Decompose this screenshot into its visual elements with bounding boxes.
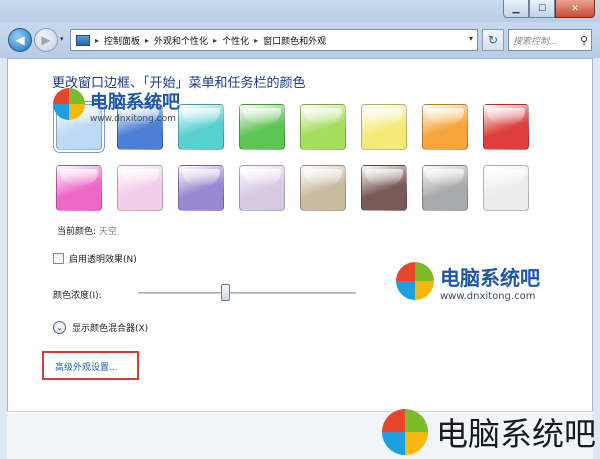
color-swatch[interactable]: [300, 104, 346, 150]
current-color-label: 当前颜色:: [57, 227, 97, 237]
color-swatch[interactable]: [361, 165, 407, 211]
color-swatch[interactable]: [56, 165, 102, 211]
watermark-url: www.dnxitong.com: [90, 114, 176, 124]
expand-icon[interactable]: ⌄: [53, 321, 66, 334]
transparency-option[interactable]: 启用透明效果(N): [53, 252, 137, 265]
chevron-right-icon[interactable]: ▸: [213, 36, 217, 45]
color-mixer-label[interactable]: 显示颜色混合器(X): [72, 321, 148, 334]
watermark-logo-icon: [396, 262, 434, 300]
back-button[interactable]: ◀: [8, 28, 32, 52]
intensity-slider[interactable]: [138, 292, 356, 294]
color-swatch[interactable]: [239, 165, 285, 211]
search-icon[interactable]: ⚲: [577, 34, 591, 47]
watermark: 电脑系统吧 www.dnxitong.com: [53, 88, 180, 124]
watermark-title: 电脑系统吧: [440, 266, 540, 290]
watermark-logo-icon: [382, 409, 428, 455]
color-swatch[interactable]: [300, 165, 346, 211]
title-bar: ▁ ☐ ✕: [0, 0, 600, 22]
breadcrumb-window-color[interactable]: 窗口颜色和外观: [263, 34, 326, 47]
transparency-checkbox[interactable]: [53, 253, 64, 264]
color-swatch[interactable]: [422, 165, 468, 211]
advanced-appearance-link[interactable]: 高级外观设置...: [55, 360, 118, 373]
navigation-bar: ◀ ▶ ▾ ▸ 控制面板 ▸ 外观和个性化 ▸ 个性化 ▸ 窗口颜色和外观 ▾ …: [0, 22, 600, 58]
chevron-right-icon[interactable]: ▸: [254, 36, 258, 45]
refresh-button[interactable]: ↻: [482, 29, 504, 51]
advanced-settings-highlight: 高级外观设置...: [42, 351, 139, 380]
color-swatch[interactable]: [483, 165, 529, 211]
control-panel-icon: [76, 34, 90, 46]
color-mixer-toggle[interactable]: ⌄ 显示颜色混合器(X): [53, 321, 148, 334]
color-swatch[interactable]: [361, 104, 407, 150]
recent-pages-dropdown[interactable]: ▾: [60, 35, 64, 43]
current-color: 当前颜色: 天空: [57, 224, 117, 237]
minimize-button[interactable]: ▁: [503, 0, 529, 18]
search-input[interactable]: 搜索控制...: [509, 34, 577, 47]
chevron-right-icon[interactable]: ▸: [95, 36, 99, 45]
color-swatch[interactable]: [422, 104, 468, 150]
address-bar[interactable]: ▸ 控制面板 ▸ 外观和个性化 ▸ 个性化 ▸ 窗口颜色和外观 ▾: [70, 29, 478, 51]
breadcrumb-personalization[interactable]: 个性化: [222, 34, 249, 47]
color-swatch[interactable]: [239, 104, 285, 150]
breadcrumb-appearance[interactable]: 外观和个性化: [154, 34, 208, 47]
intensity-slider-thumb[interactable]: [221, 284, 231, 301]
color-swatch[interactable]: [483, 104, 529, 150]
address-dropdown-icon[interactable]: ▾: [469, 34, 473, 43]
watermark-url: www.dnxitong.com: [440, 291, 536, 302]
close-button[interactable]: ✕: [555, 0, 595, 18]
window-controls: ▁ ☐ ✕: [503, 0, 595, 18]
forward-button[interactable]: ▶: [34, 28, 58, 52]
watermark: 电脑系统吧: [382, 409, 596, 455]
watermark-title: 电脑系统吧: [436, 415, 597, 453]
color-swatch[interactable]: [117, 165, 163, 211]
chevron-right-icon[interactable]: ▸: [145, 36, 149, 45]
color-swatch[interactable]: [178, 104, 224, 150]
watermark-logo-icon: [53, 88, 85, 120]
current-color-value: 天空: [98, 227, 117, 237]
maximize-button[interactable]: ☐: [529, 0, 555, 18]
intensity-label: 颜色浓度(I):: [53, 291, 102, 301]
watermark: 电脑系统吧 www.dnxitong.com: [396, 262, 540, 302]
transparency-label[interactable]: 启用透明效果(N): [69, 252, 137, 265]
breadcrumb-control-panel[interactable]: 控制面板: [104, 34, 140, 47]
color-swatch[interactable]: [178, 165, 224, 211]
watermark-title: 电脑系统吧: [90, 92, 180, 113]
search-box[interactable]: 搜索控制... ⚲: [508, 29, 592, 51]
